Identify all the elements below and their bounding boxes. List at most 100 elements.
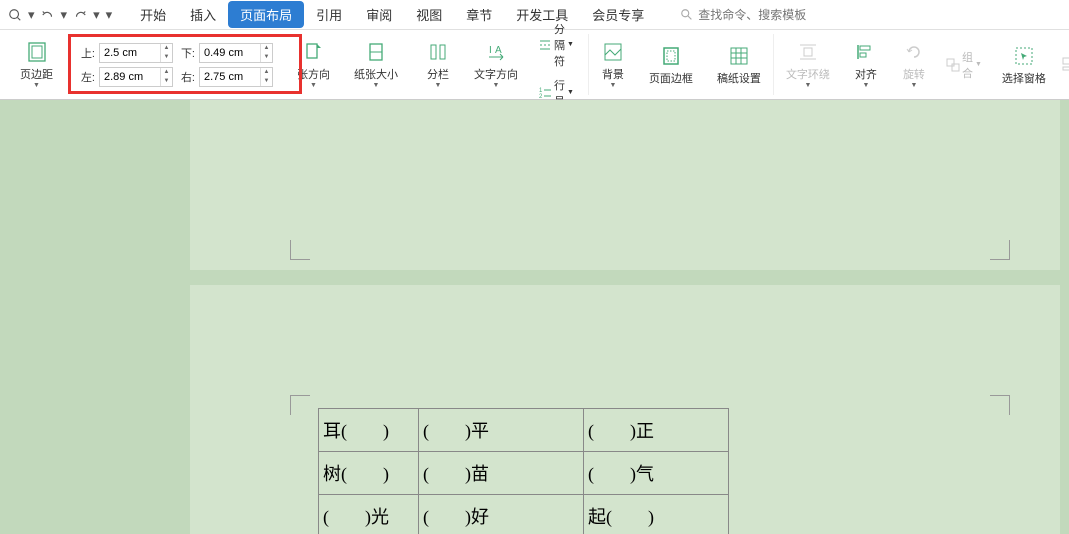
svg-text:I: I (489, 45, 492, 56)
align-button[interactable]: 对齐 ▼ (850, 38, 882, 91)
table-cell[interactable]: ( )苗 (419, 452, 584, 495)
margins-label: 页边距 (20, 66, 53, 82)
chevron-down-icon: ▼ (493, 82, 500, 89)
tab-page-layout[interactable]: 页面布局 (228, 1, 304, 28)
group-wrap: 文字环绕 ▼ (774, 34, 842, 95)
table-cell[interactable]: 耳( ) (319, 409, 419, 452)
extra-icon (1060, 53, 1069, 77)
group-extra (1058, 34, 1069, 95)
columns-icon (426, 40, 450, 64)
margin-right-input[interactable]: ▲▼ (199, 67, 273, 87)
rotate-icon (902, 40, 926, 64)
table-cell[interactable]: ( )气 (584, 452, 729, 495)
table-row: 树( ) ( )苗 ( )气 (319, 452, 729, 495)
tab-view[interactable]: 视图 (404, 1, 454, 28)
text-wrap-button: 文字环绕 ▼ (782, 38, 834, 91)
selection-pane-button[interactable]: 选择窗格 (998, 42, 1050, 88)
table-cell[interactable]: 树( ) (319, 452, 419, 495)
breaks-button[interactable]: 分隔符 ▼ (538, 21, 574, 69)
columns-button[interactable]: 分栏 ▼ (422, 38, 454, 91)
page-current: 耳( ) ( )平 ( )正 树( ) ( )苗 ( )气 ( )光 ( )好 … (190, 285, 1060, 534)
search-input[interactable] (698, 8, 848, 22)
spin-up-icon[interactable]: ▲ (160, 44, 172, 53)
table-cell[interactable]: ( )好 (419, 495, 584, 534)
redo-icon[interactable] (73, 8, 87, 22)
page-previous (190, 100, 1060, 270)
spin-up-icon[interactable]: ▲ (160, 68, 172, 77)
draft-button[interactable]: 稿纸设置 (713, 42, 765, 88)
margin-top-input[interactable]: ▲▼ (99, 43, 173, 63)
spin-down-icon[interactable]: ▼ (160, 53, 172, 62)
align-icon (854, 40, 878, 64)
tab-insert[interactable]: 插入 (178, 1, 228, 28)
breaks-icon (538, 38, 552, 52)
align-label: 对齐 (855, 66, 877, 82)
selection-pane-icon (1012, 44, 1036, 68)
paper-size-button[interactable]: 纸张大小 ▼ (350, 38, 402, 91)
margin-left-input[interactable]: ▲▼ (99, 67, 173, 87)
dropdown-icon[interactable]: ▾ (28, 7, 35, 23)
crop-mark-icon (290, 240, 310, 260)
group-align: 对齐 ▼ (842, 34, 890, 95)
group-draft: 稿纸设置 (705, 34, 774, 95)
margin-bottom-input[interactable]: ▲▼ (199, 43, 273, 63)
search-icon (680, 8, 694, 22)
chevron-down-icon: ▼ (373, 82, 380, 89)
background-button[interactable]: 背景 ▼ (597, 38, 629, 91)
margin-right-label: 右: (177, 69, 195, 85)
group-paper-size: 纸张大小 ▼ (342, 34, 410, 95)
crop-mark-icon (290, 395, 310, 415)
spin-up-icon[interactable]: ▲ (260, 68, 272, 77)
tab-member[interactable]: 会员专享 (580, 1, 656, 28)
more-icon[interactable]: ▾ (106, 7, 113, 23)
document-area[interactable]: 耳( ) ( )平 ( )正 树( ) ( )苗 ( )气 ( )光 ( )好 … (0, 100, 1069, 534)
tabs: 开始 插入 页面布局 引用 审阅 视图 章节 开发工具 会员专享 (128, 1, 656, 28)
exercise-table[interactable]: 耳( ) ( )平 ( )正 树( ) ( )苗 ( )气 ( )光 ( )好 … (318, 408, 729, 534)
tab-start[interactable]: 开始 (128, 1, 178, 28)
group-icon (946, 58, 960, 72)
table-row: 耳( ) ( )平 ( )正 (319, 409, 729, 452)
spin-down-icon[interactable]: ▼ (260, 77, 272, 86)
spin-up-icon[interactable]: ▲ (260, 44, 272, 53)
group-rotate: 旋转 ▼ (890, 34, 938, 95)
group-margin-values: 上: ▲▼ 下: ▲▼ 左: ▲▼ 右: ▲▼ (65, 34, 285, 95)
text-direction-button[interactable]: IA 文字方向 ▼ (470, 38, 522, 91)
table-cell[interactable]: ( )光 (319, 495, 419, 534)
chevron-down-icon: ▼ (33, 82, 40, 89)
margin-bottom-label: 下: (177, 45, 195, 61)
orientation-button[interactable]: 张方向 ▼ (293, 38, 334, 91)
page-border-button[interactable]: 页面边框 (645, 42, 697, 88)
text-wrap-label: 文字环绕 (786, 66, 830, 82)
page-border-label: 页面边框 (649, 70, 693, 86)
top-bar: ▾ ▾ ▾ ▾ 开始 插入 页面布局 引用 审阅 视图 章节 开发工具 会员专享 (0, 0, 1069, 30)
table-cell[interactable]: ( )平 (419, 409, 584, 452)
quick-access-toolbar: ▾ ▾ ▾ ▾ (8, 7, 112, 23)
ribbon: 页边距 ▼ 上: ▲▼ 下: ▲▼ 左: ▲▼ 右: ▲▼ 张方向 ▼ (0, 30, 1069, 100)
group-group-sel: 组合 ▼ (938, 34, 990, 95)
table-cell[interactable]: ( )正 (584, 409, 729, 452)
chevron-down-icon: ▼ (910, 82, 917, 89)
group-margins: 页边距 ▼ (8, 34, 65, 95)
tab-review[interactable]: 审阅 (354, 1, 404, 28)
search-box[interactable] (680, 8, 848, 22)
spin-down-icon[interactable]: ▼ (260, 53, 272, 62)
group-text-direction: IA 文字方向 ▼ (462, 34, 530, 95)
spin-down-icon[interactable]: ▼ (160, 77, 172, 86)
dropdown-icon[interactable]: ▾ (61, 7, 68, 23)
table-cell[interactable]: 起( ) (584, 495, 729, 534)
group-columns: 分栏 ▼ (414, 34, 462, 95)
tab-references[interactable]: 引用 (304, 1, 354, 28)
tab-section[interactable]: 章节 (454, 1, 504, 28)
page-border-icon (659, 44, 683, 68)
preview-icon[interactable] (8, 8, 22, 22)
extra-button (1060, 53, 1069, 77)
dropdown-icon[interactable]: ▾ (93, 7, 100, 23)
margins-button[interactable]: 页边距 ▼ (16, 38, 57, 91)
group-selection-pane: 选择窗格 (990, 34, 1058, 95)
undo-icon[interactable] (41, 8, 55, 22)
breaks-label: 分隔符 (554, 21, 565, 69)
margin-top-label: 上: (77, 45, 95, 61)
paper-size-icon (364, 40, 388, 64)
group-page-border: 页面边框 (637, 34, 705, 95)
group-orientation: 张方向 ▼ (285, 34, 342, 95)
